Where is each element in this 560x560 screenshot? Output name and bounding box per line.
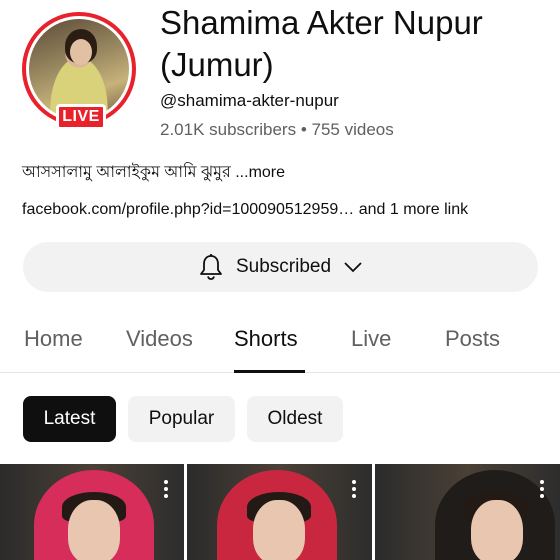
channel-avatar[interactable]: LIVE — [22, 12, 136, 130]
channel-title: Shamima Akter Nupur (Jumur) — [160, 4, 483, 83]
more-options-icon[interactable] — [540, 480, 544, 501]
video-count: 755 videos — [311, 120, 394, 139]
tab-posts[interactable]: Posts — [445, 326, 500, 352]
avatar-face — [70, 39, 92, 65]
live-badge: LIVE — [56, 104, 106, 130]
tab-home[interactable]: Home — [24, 326, 83, 352]
channel-handle: @shamima-akter-nupur — [160, 91, 339, 110]
stats-separator: • — [300, 120, 307, 139]
description-text: আসসালামু আলাইকুম আমি ঝুমুর — [22, 164, 231, 181]
channel-links[interactable]: facebook.com/profile.php?id=100090512959… — [22, 201, 468, 219]
tab-shorts[interactable]: Shorts — [234, 326, 298, 352]
filter-chip-popular[interactable]: Popular — [128, 396, 235, 442]
more-options-icon[interactable] — [352, 480, 356, 501]
short-thumbnail[interactable] — [375, 464, 560, 560]
short-thumbnail[interactable] — [187, 464, 372, 560]
subscribed-button[interactable]: Subscribed — [23, 242, 538, 292]
thumbnail-face — [471, 500, 523, 560]
thumbnail-face — [68, 500, 120, 560]
chevron-down-icon — [343, 261, 363, 273]
channel-tabs: Home Videos Shorts Live Posts — [0, 320, 560, 373]
facebook-link[interactable]: facebook.com/profile.php?id=100090512959… — [22, 201, 354, 218]
filter-chip-oldest[interactable]: Oldest — [247, 396, 343, 442]
subscriber-count: 2.01K subscribers — [160, 120, 297, 139]
description-more-link[interactable]: ...more — [235, 164, 285, 181]
filter-chip-latest[interactable]: Latest — [23, 396, 116, 442]
channel-stats: 2.01K subscribers • 755 videos — [160, 120, 394, 140]
shorts-grid — [0, 464, 560, 560]
more-links-link[interactable]: and 1 more link — [359, 201, 468, 218]
tab-live[interactable]: Live — [351, 326, 391, 352]
active-tab-indicator — [234, 370, 305, 373]
subscribed-label: Subscribed — [235, 256, 332, 277]
bell-icon — [198, 253, 224, 281]
more-options-icon[interactable] — [164, 480, 168, 501]
tab-videos[interactable]: Videos — [126, 326, 193, 352]
short-thumbnail[interactable] — [0, 464, 184, 560]
channel-description[interactable]: আসসালামু আলাইকুম আমি ঝুমুর ...more — [22, 159, 285, 186]
thumbnail-face — [253, 500, 305, 560]
